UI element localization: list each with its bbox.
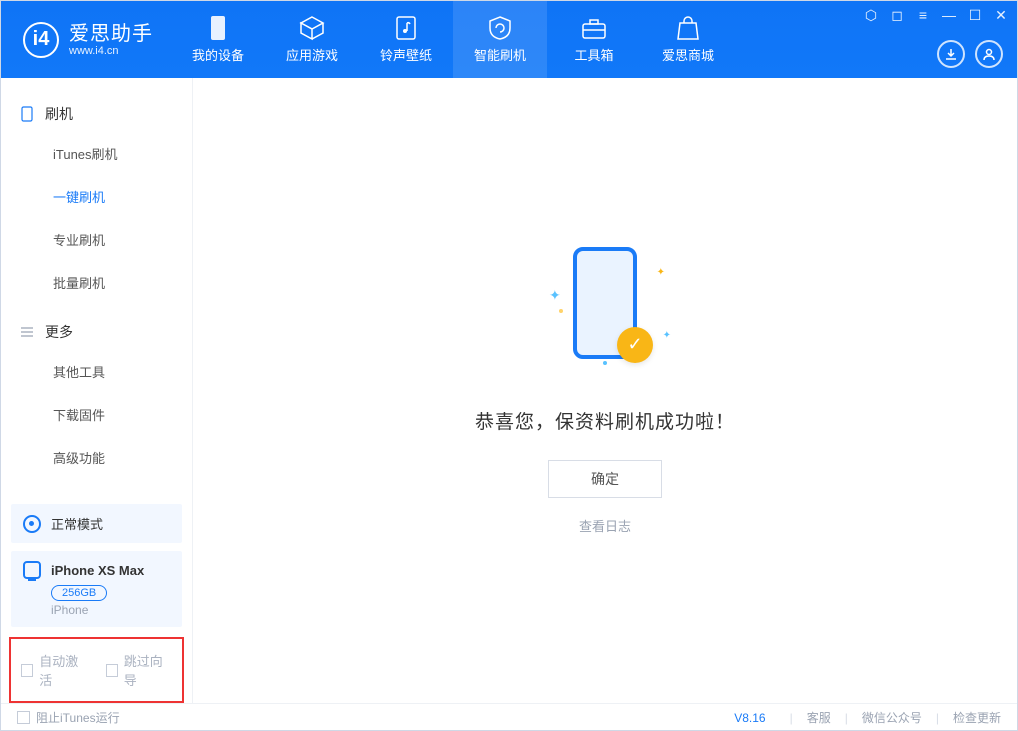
options-row: 自动激活 跳过向导	[9, 637, 184, 703]
header-user-actions	[937, 40, 1003, 68]
tab-label: 爱思商城	[662, 45, 714, 64]
sidebar-item-other-tools[interactable]: 其他工具	[1, 350, 192, 393]
toolbox-icon	[581, 15, 607, 41]
feedback-icon[interactable]: ◻	[889, 7, 905, 23]
checkbox-icon	[106, 664, 118, 677]
shield-refresh-icon	[487, 15, 513, 41]
device-card[interactable]: iPhone XS Max 256GB iPhone	[11, 551, 182, 627]
ok-button[interactable]: 确定	[548, 460, 662, 498]
section-title: 刷机	[45, 104, 73, 124]
close-icon[interactable]: ✕	[993, 7, 1009, 23]
tab-smart-flash[interactable]: 智能刷机	[453, 1, 547, 78]
checkbox-label: 跳过向导	[124, 651, 172, 689]
tab-toolbox[interactable]: 工具箱	[547, 1, 641, 78]
mode-label: 正常模式	[51, 514, 103, 533]
sidebar-item-batch-flash[interactable]: 批量刷机	[1, 261, 192, 304]
tab-label: 铃声壁纸	[380, 45, 432, 64]
sidebar-section-flash: 刷机	[1, 96, 192, 132]
minimize-icon[interactable]: —	[941, 7, 957, 23]
main-content: ✦ ✦ ✦ ✓ 恭喜您，保资料刷机成功啦！ 确定 查看日志	[193, 78, 1017, 703]
device-panel: 正常模式 iPhone XS Max 256GB iPhone	[11, 504, 182, 627]
footer: 阻止iTunes运行 V8.16 | 客服 | 微信公众号 | 检查更新	[1, 703, 1017, 731]
success-illustration: ✦ ✦ ✦ ✓	[545, 247, 665, 377]
sidebar-item-pro-flash[interactable]: 专业刷机	[1, 218, 192, 261]
app-logo: i4 爱思助手 www.i4.cn	[1, 1, 171, 78]
phone-icon	[205, 15, 231, 41]
storage-badge: 256GB	[51, 585, 107, 601]
checkbox-skip-guide[interactable]: 跳过向导	[106, 651, 173, 689]
window-controls: ⬡ ◻ ≡ — ☐ ✕	[863, 7, 1009, 23]
checkbox-label: 自动激活	[39, 651, 87, 689]
footer-link-update[interactable]: 检查更新	[953, 709, 1001, 726]
app-subtitle: www.i4.cn	[69, 45, 153, 57]
list-icon	[19, 324, 35, 340]
shirt-icon[interactable]: ⬡	[863, 7, 879, 23]
checkbox-auto-activate[interactable]: 自动激活	[21, 651, 88, 689]
logo-icon: i4	[23, 22, 59, 58]
mode-card[interactable]: 正常模式	[11, 504, 182, 543]
sidebar: 刷机 iTunes刷机 一键刷机 专业刷机 批量刷机 更多 其他工具 下载固件 …	[1, 78, 193, 703]
checkbox-label: 阻止iTunes运行	[36, 709, 120, 726]
check-icon: ✓	[617, 327, 653, 363]
footer-links: V8.16 | 客服 | 微信公众号 | 检查更新	[734, 709, 1001, 726]
section-title: 更多	[45, 322, 73, 342]
tab-my-device[interactable]: 我的设备	[171, 1, 265, 78]
version-label: V8.16	[734, 711, 765, 725]
download-icon[interactable]	[937, 40, 965, 68]
nav-tabs: 我的设备 应用游戏 铃声壁纸 智能刷机 工具箱 爱思商城	[171, 1, 735, 78]
tab-label: 工具箱	[574, 45, 613, 64]
mode-icon	[23, 515, 41, 533]
user-icon[interactable]	[975, 40, 1003, 68]
tab-store[interactable]: 爱思商城	[641, 1, 735, 78]
maximize-icon[interactable]: ☐	[967, 7, 983, 23]
music-file-icon	[393, 15, 419, 41]
view-log-link[interactable]: 查看日志	[579, 516, 631, 535]
app-header: i4 爱思助手 www.i4.cn 我的设备 应用游戏 铃声壁纸 智能刷机 工具…	[1, 1, 1017, 78]
sidebar-item-download-firmware[interactable]: 下载固件	[1, 393, 192, 436]
shopping-bag-icon	[675, 15, 701, 41]
tab-apps-games[interactable]: 应用游戏	[265, 1, 359, 78]
tab-ringtones[interactable]: 铃声壁纸	[359, 1, 453, 78]
device-icon	[23, 561, 41, 579]
success-message: 恭喜您，保资料刷机成功啦！	[475, 407, 735, 434]
sidebar-item-advanced[interactable]: 高级功能	[1, 436, 192, 479]
sidebar-item-oneclick-flash[interactable]: 一键刷机	[1, 175, 192, 218]
menu-icon[interactable]: ≡	[915, 7, 931, 23]
app-title: 爱思助手	[69, 23, 153, 45]
cube-icon	[299, 15, 325, 41]
tab-label: 我的设备	[192, 45, 244, 64]
footer-link-support[interactable]: 客服	[807, 709, 831, 726]
checkbox-block-itunes[interactable]: 阻止iTunes运行	[17, 709, 120, 726]
footer-link-wechat[interactable]: 微信公众号	[862, 709, 922, 726]
checkbox-icon	[17, 711, 30, 724]
sidebar-section-more: 更多	[1, 314, 192, 350]
phone-outline-icon	[19, 106, 35, 122]
tab-label: 智能刷机	[474, 45, 526, 64]
checkbox-icon	[21, 664, 33, 677]
tab-label: 应用游戏	[286, 45, 338, 64]
device-name: iPhone XS Max	[51, 563, 144, 578]
sidebar-item-itunes-flash[interactable]: iTunes刷机	[1, 132, 192, 175]
device-type: iPhone	[51, 603, 170, 617]
